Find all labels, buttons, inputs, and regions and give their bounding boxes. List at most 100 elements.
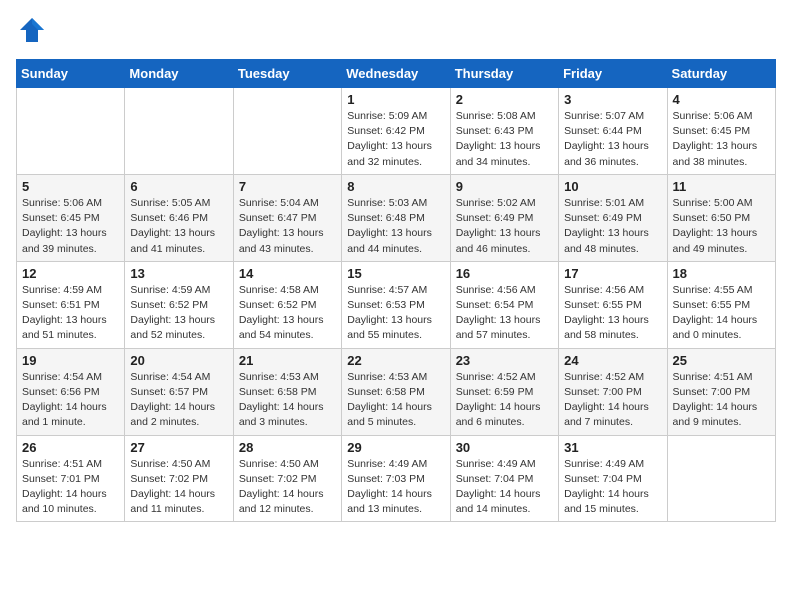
day-number: 24 (564, 353, 661, 368)
day-number: 29 (347, 440, 444, 455)
day-info: Sunrise: 4:53 AM Sunset: 6:58 PM Dayligh… (239, 370, 336, 431)
calendar-day-13: 13 Sunrise: 4:59 AM Sunset: 6:52 PM Dayli… (125, 261, 233, 348)
calendar-day-9: 9Sunrise: 5:02 AM Sunset: 6:49 PM Daylig… (450, 174, 558, 261)
day-number: 27 (130, 440, 227, 455)
day-info: Sunrise: 4:49 AM Sunset: 7:03 PM Dayligh… (347, 457, 444, 518)
calendar-day-22: 22 Sunrise: 4:53 AM Sunset: 6:58 PM Dayli… (342, 348, 450, 435)
day-number: 28 (239, 440, 336, 455)
weekday-header-monday: Monday (125, 60, 233, 88)
calendar-day-6: 6 Sunrise: 5:05 AM Sunset: 6:46 PM Daylig… (125, 174, 233, 261)
calendar-day-20: 20 Sunrise: 4:54 AM Sunset: 6:57 PM Dayli… (125, 348, 233, 435)
day-number: 13 (130, 266, 227, 281)
weekday-header-thursday: Thursday (450, 60, 558, 88)
calendar-day-10: 10 Sunrise: 5:01 AM Sunset: 6:49 PM Dayli… (559, 174, 667, 261)
calendar-day-11: 11 Sunrise: 5:00 AM Sunset: 6:50 PM Dayli… (667, 174, 775, 261)
day-info: Sunrise: 4:50 AM Sunset: 7:02 PM Dayligh… (130, 457, 227, 518)
day-number: 16 (456, 266, 553, 281)
day-info: Sunrise: 5:01 AM Sunset: 6:49 PM Dayligh… (564, 196, 661, 257)
calendar-day-12: 12Sunrise: 4:59 AM Sunset: 6:51 PM Dayli… (17, 261, 125, 348)
day-info: Sunrise: 4:56 AM Sunset: 6:54 PM Dayligh… (456, 283, 553, 344)
day-number: 12 (22, 266, 119, 281)
calendar-day-3: 3 Sunrise: 5:07 AM Sunset: 6:44 PM Daylig… (559, 88, 667, 175)
empty-cell (17, 88, 125, 175)
weekday-header-saturday: Saturday (667, 60, 775, 88)
calendar-day-14: 14 Sunrise: 4:58 AM Sunset: 6:52 PM Dayli… (233, 261, 341, 348)
day-number: 30 (456, 440, 553, 455)
day-info: Sunrise: 5:07 AM Sunset: 6:44 PM Dayligh… (564, 109, 661, 170)
day-info: Sunrise: 4:52 AM Sunset: 7:00 PM Dayligh… (564, 370, 661, 431)
day-info: Sunrise: 5:00 AM Sunset: 6:50 PM Dayligh… (673, 196, 770, 257)
day-number: 5 (22, 179, 119, 194)
calendar-day-29: 29 Sunrise: 4:49 AM Sunset: 7:03 PM Dayli… (342, 435, 450, 522)
day-info: Sunrise: 5:02 AM Sunset: 6:49 PM Dayligh… (456, 196, 553, 257)
day-info: Sunrise: 4:54 AM Sunset: 6:57 PM Dayligh… (130, 370, 227, 431)
day-number: 18 (673, 266, 770, 281)
day-info: Sunrise: 4:53 AM Sunset: 6:58 PM Dayligh… (347, 370, 444, 431)
day-info: Sunrise: 4:52 AM Sunset: 6:59 PM Dayligh… (456, 370, 553, 431)
day-number: 3 (564, 92, 661, 107)
day-number: 8 (347, 179, 444, 194)
day-number: 11 (673, 179, 770, 194)
day-info: Sunrise: 4:57 AM Sunset: 6:53 PM Dayligh… (347, 283, 444, 344)
calendar-week-2: 5 Sunrise: 5:06 AM Sunset: 6:45 PM Daylig… (17, 174, 776, 261)
calendar-day-16: 16 Sunrise: 4:56 AM Sunset: 6:54 PM Dayli… (450, 261, 558, 348)
day-info: Sunrise: 4:49 AM Sunset: 7:04 PM Dayligh… (564, 457, 661, 518)
calendar-day-7: 7 Sunrise: 5:04 AM Sunset: 6:47 PM Daylig… (233, 174, 341, 261)
day-number: 26 (22, 440, 119, 455)
calendar-day-30: 30 Sunrise: 4:49 AM Sunset: 7:04 PM Dayli… (450, 435, 558, 522)
day-number: 22 (347, 353, 444, 368)
day-number: 15 (347, 266, 444, 281)
day-number: 19 (22, 353, 119, 368)
weekday-header-sunday: Sunday (17, 60, 125, 88)
day-number: 20 (130, 353, 227, 368)
day-info: Sunrise: 4:55 AM Sunset: 6:55 PM Dayligh… (673, 283, 770, 344)
calendar-day-25: 25 Sunrise: 4:51 AM Sunset: 7:00 PM Dayli… (667, 348, 775, 435)
weekday-header-row: SundayMondayTuesdayWednesdayThursdayFrid… (17, 60, 776, 88)
weekday-header-wednesday: Wednesday (342, 60, 450, 88)
day-info: Sunrise: 4:49 AM Sunset: 7:04 PM Dayligh… (456, 457, 553, 518)
day-info: Sunrise: 4:56 AM Sunset: 6:55 PM Dayligh… (564, 283, 661, 344)
calendar-week-3: 12Sunrise: 4:59 AM Sunset: 6:51 PM Dayli… (17, 261, 776, 348)
day-info: Sunrise: 4:54 AM Sunset: 6:56 PM Dayligh… (22, 370, 119, 431)
calendar-day-26: 26 Sunrise: 4:51 AM Sunset: 7:01 PM Dayli… (17, 435, 125, 522)
calendar-table: SundayMondayTuesdayWednesdayThursdayFrid… (16, 59, 776, 522)
weekday-header-tuesday: Tuesday (233, 60, 341, 88)
empty-cell (125, 88, 233, 175)
calendar-day-18: 18 Sunrise: 4:55 AM Sunset: 6:55 PM Dayli… (667, 261, 775, 348)
day-info: Sunrise: 4:51 AM Sunset: 7:01 PM Dayligh… (22, 457, 119, 518)
calendar-day-28: 28Sunrise: 4:50 AM Sunset: 7:02 PM Dayli… (233, 435, 341, 522)
day-info: Sunrise: 5:09 AM Sunset: 6:42 PM Dayligh… (347, 109, 444, 170)
calendar-day-8: 8Sunrise: 5:03 AM Sunset: 6:48 PM Daylig… (342, 174, 450, 261)
weekday-header-friday: Friday (559, 60, 667, 88)
logo-text (16, 16, 46, 49)
day-number: 1 (347, 92, 444, 107)
day-info: Sunrise: 4:59 AM Sunset: 6:52 PM Dayligh… (130, 283, 227, 344)
calendar-day-23: 23 Sunrise: 4:52 AM Sunset: 6:59 PM Dayli… (450, 348, 558, 435)
logo-icon (18, 16, 46, 44)
day-info: Sunrise: 5:04 AM Sunset: 6:47 PM Dayligh… (239, 196, 336, 257)
calendar-day-27: 27 Sunrise: 4:50 AM Sunset: 7:02 PM Dayli… (125, 435, 233, 522)
day-info: Sunrise: 5:08 AM Sunset: 6:43 PM Dayligh… (456, 109, 553, 170)
day-info: Sunrise: 4:51 AM Sunset: 7:00 PM Dayligh… (673, 370, 770, 431)
day-number: 2 (456, 92, 553, 107)
day-number: 25 (673, 353, 770, 368)
day-info: Sunrise: 4:58 AM Sunset: 6:52 PM Dayligh… (239, 283, 336, 344)
calendar-day-4: 4 Sunrise: 5:06 AM Sunset: 6:45 PM Daylig… (667, 88, 775, 175)
day-number: 31 (564, 440, 661, 455)
day-number: 10 (564, 179, 661, 194)
day-number: 7 (239, 179, 336, 194)
day-info: Sunrise: 5:06 AM Sunset: 6:45 PM Dayligh… (673, 109, 770, 170)
calendar-day-15: 15 Sunrise: 4:57 AM Sunset: 6:53 PM Dayli… (342, 261, 450, 348)
day-number: 23 (456, 353, 553, 368)
empty-cell (667, 435, 775, 522)
day-info: Sunrise: 5:05 AM Sunset: 6:46 PM Dayligh… (130, 196, 227, 257)
calendar-day-19: 19 Sunrise: 4:54 AM Sunset: 6:56 PM Dayli… (17, 348, 125, 435)
day-info: Sunrise: 5:06 AM Sunset: 6:45 PM Dayligh… (22, 196, 119, 257)
calendar-day-17: 17Sunrise: 4:56 AM Sunset: 6:55 PM Dayli… (559, 261, 667, 348)
page-header (16, 16, 776, 49)
day-number: 6 (130, 179, 227, 194)
calendar-day-24: 24 Sunrise: 4:52 AM Sunset: 7:00 PM Dayli… (559, 348, 667, 435)
calendar-day-5: 5 Sunrise: 5:06 AM Sunset: 6:45 PM Daylig… (17, 174, 125, 261)
day-number: 4 (673, 92, 770, 107)
day-number: 14 (239, 266, 336, 281)
